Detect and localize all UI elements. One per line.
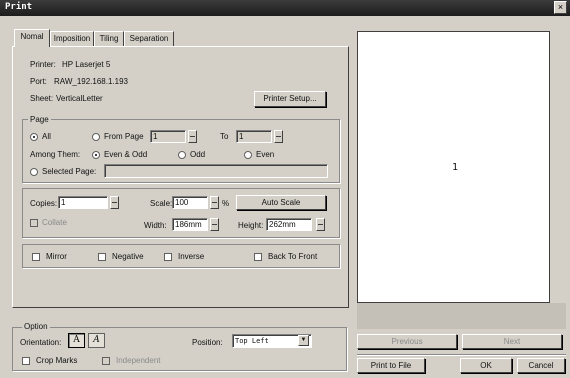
portrait-icon[interactable]: A [68,333,85,348]
negative-checkbox[interactable] [98,253,106,261]
close-icon[interactable]: × [554,1,567,14]
radio-even-label: Even [256,150,275,159]
radio-from-page[interactable] [92,133,100,141]
title-bar: Print × [0,0,570,16]
selected-page-input[interactable] [104,164,328,178]
scale-input[interactable]: 100 [172,196,208,209]
port-label: Port: [30,77,47,86]
percent-label: % [222,199,230,208]
radio-odd[interactable] [178,151,186,159]
printer-setup-button[interactable]: Printer Setup... [254,91,326,107]
scale-label: Scale: [150,199,173,208]
independent-label: Independent [116,356,161,365]
orientation-label: Orientation: [20,338,62,347]
ok-button[interactable]: OK [460,358,512,373]
scale-spinner[interactable] [210,196,219,209]
radio-selected-page[interactable] [30,168,38,176]
to-label: To [220,132,229,141]
radio-even-odd-label: Even & Odd [104,150,148,159]
copies-input[interactable]: 1 [58,196,108,209]
height-spinner[interactable] [316,218,325,231]
position-label: Position: [192,338,223,347]
sheet-label: Sheet: [30,94,54,103]
collate-label: Collate [42,218,67,227]
sheet-value: VerticalLetter [56,94,103,103]
among-them-label: Among Them: [30,150,81,159]
independent-checkbox[interactable] [102,357,110,365]
mirror-label: Mirror [46,252,67,261]
tab-nomal[interactable]: Nomal [14,29,50,47]
landscape-icon[interactable]: A [88,333,105,348]
negative-label: Negative [112,252,144,261]
back-to-front-checkbox[interactable] [254,253,262,261]
mirror-checkbox[interactable] [32,253,40,261]
previous-button[interactable]: Previous [357,334,457,349]
radio-from-page-label: From Page [104,132,144,141]
tab-tiling[interactable]: Tiling [94,31,124,46]
width-label: Width: [144,221,167,230]
chevron-down-icon[interactable]: ▼ [298,335,309,346]
cancel-button[interactable]: Cancel [517,358,565,373]
separator [357,354,566,355]
radio-even[interactable] [244,151,252,159]
printer-value: HP Laserjet 5 [62,60,111,69]
copies-label: Copies: [30,199,58,208]
radio-even-odd[interactable] [92,151,100,159]
radio-odd-label: Odd [190,150,206,159]
page-group-label: Page [28,115,51,124]
inverse-label: Inverse [178,252,205,261]
width-input[interactable]: 186mm [172,218,208,231]
height-input[interactable]: 262mm [266,218,312,231]
next-button[interactable]: Next [462,334,562,349]
tab-separation[interactable]: Separation [124,31,174,46]
radio-selected-page-label: Selected Page: [42,167,97,176]
crop-marks-label: Crop Marks [36,356,78,365]
radio-all[interactable] [30,133,38,141]
copies-spinner[interactable] [110,196,119,209]
back-to-front-label: Back To Front [268,252,318,261]
printer-label: Printer: [30,60,56,69]
collate-checkbox[interactable] [30,219,38,227]
radio-all-label: All [42,132,51,141]
crop-marks-checkbox[interactable] [22,357,30,365]
preview-scroll-area [357,303,566,329]
window-title: Print [5,2,33,12]
auto-scale-button[interactable]: Auto Scale [236,195,326,210]
from-page-input[interactable]: 1 [150,130,186,143]
page-preview: 1 [357,31,550,303]
from-page-spinner[interactable] [188,130,197,143]
port-value: RAW_192.168.1.193 [54,77,128,86]
inverse-checkbox[interactable] [164,253,172,261]
width-spinner[interactable] [210,218,219,231]
preview-page-number: 1 [452,162,459,173]
height-label: Height: [238,221,264,230]
to-page-input[interactable]: 1 [236,130,272,143]
to-page-spinner[interactable] [274,130,283,143]
print-to-file-button[interactable]: Print to File [357,358,425,373]
option-group-label: Option [22,322,50,331]
tab-imposition[interactable]: Imposition [50,31,94,46]
